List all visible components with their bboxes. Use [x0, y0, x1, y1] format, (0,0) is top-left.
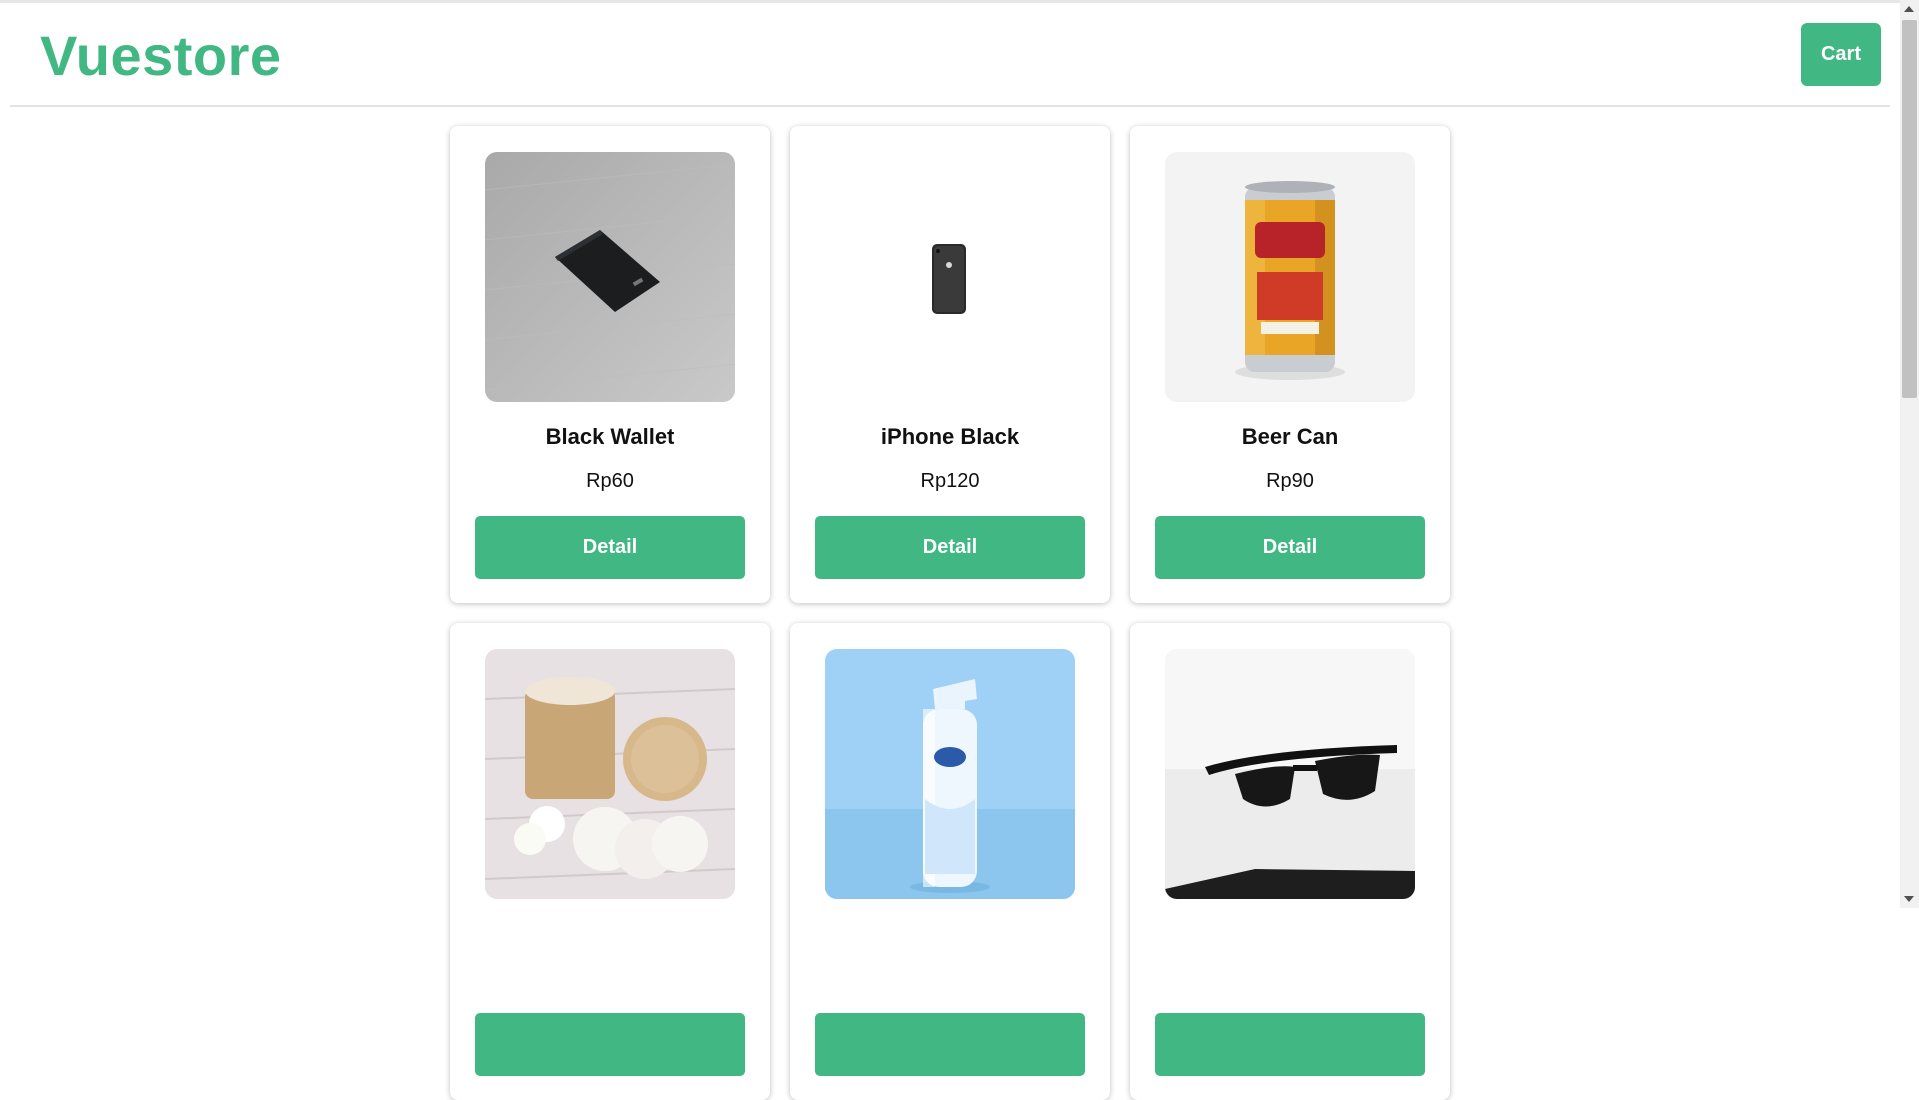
product-name: Beer Can — [1241, 424, 1339, 449]
product-grid: Black Wallet Rp60 Detail iPhone Black Rp… — [450, 126, 1454, 1100]
product-image-cotton-pads[interactable] — [485, 649, 735, 899]
product-price: Rp120 — [920, 470, 980, 492]
product-image-black-wallet[interactable] — [485, 152, 735, 402]
cart-button[interactable]: Cart — [1801, 23, 1881, 86]
app-header: Vuestore Cart — [10, 3, 1890, 107]
scrollbar-thumb[interactable] — [1902, 20, 1917, 398]
detail-button[interactable]: Detail — [815, 516, 1085, 579]
detail-button[interactable]: Detail — [475, 516, 745, 579]
product-card: iPhone Black Rp120 Detail — [790, 126, 1110, 603]
product-price: Rp90 — [1266, 470, 1314, 492]
product-price: Rp60 — [586, 470, 634, 492]
detail-button[interactable] — [815, 1013, 1085, 1076]
detail-button[interactable]: Detail — [1155, 516, 1425, 579]
scroll-up-arrow-icon[interactable] — [1904, 6, 1914, 12]
product-card: Black Wallet Rp60 Detail — [450, 126, 770, 603]
product-card: Beer Can Rp90 Detail — [1130, 126, 1450, 603]
product-image-beer-can[interactable] — [1165, 152, 1415, 402]
brand-logo[interactable]: Vuestore — [40, 23, 282, 88]
product-card — [1130, 623, 1450, 1100]
detail-button[interactable] — [1155, 1013, 1425, 1076]
product-image-air-freshener[interactable] — [825, 649, 1075, 899]
product-name: Black Wallet — [545, 424, 675, 449]
product-image-iphone-black[interactable] — [825, 152, 1075, 402]
vertical-scrollbar[interactable] — [1900, 0, 1919, 908]
product-image-sunglasses[interactable] — [1165, 649, 1415, 899]
product-name: iPhone Black — [880, 424, 1020, 449]
scroll-down-arrow-icon[interactable] — [1904, 896, 1914, 902]
product-card — [790, 623, 1110, 1100]
product-card — [450, 623, 770, 1100]
detail-button[interactable] — [475, 1013, 745, 1076]
